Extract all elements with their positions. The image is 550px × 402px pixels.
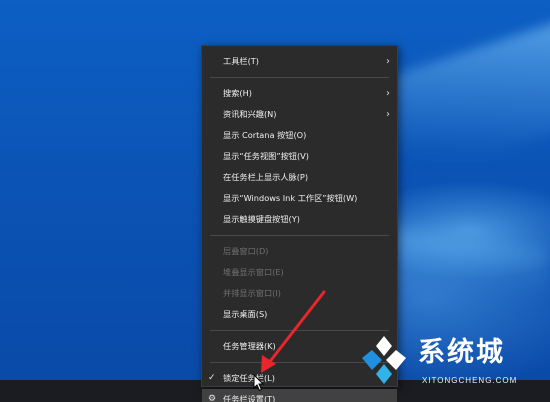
menu-separator <box>210 77 389 78</box>
menu-item-label: 显示 Cortana 按钮(O) <box>223 130 307 140</box>
menu-item-label: 资讯和兴趣(N) <box>223 109 277 119</box>
menu-item-label: 并排显示窗口(I) <box>223 288 281 298</box>
menu-item-label: 堆叠显示窗口(E) <box>223 267 284 277</box>
chevron-right-icon: › <box>386 88 390 99</box>
watermark-title: 系统城 <box>418 337 505 368</box>
menu-item-label: 显示触摸键盘按钮(Y) <box>223 214 300 224</box>
menu-item-label: 显示“任务视图”按钮(V) <box>223 151 309 161</box>
menu-separator <box>210 235 389 236</box>
gear-icon: ⚙ <box>208 394 217 402</box>
mouse-pointer-icon <box>253 374 265 392</box>
menu-item-label: 搜索(H) <box>223 88 252 98</box>
checkmark-icon: ✓ <box>208 373 216 383</box>
menu-item-show-touch-keyboard[interactable]: 显示触摸键盘按钮(Y) <box>202 209 397 230</box>
menu-item-show-task-view[interactable]: 显示“任务视图”按钮(V) <box>202 146 397 167</box>
menu-item-label: 层叠窗口(D) <box>223 246 269 256</box>
menu-item-stack-windows: 堆叠显示窗口(E) <box>202 262 397 283</box>
menu-item-label: 锁定任务栏(L) <box>223 373 275 383</box>
chevron-right-icon: › <box>386 109 390 120</box>
xitongcheng-logo-icon <box>362 336 406 384</box>
menu-item-show-people[interactable]: 在任务栏上显示人脉(P) <box>202 167 397 188</box>
menu-item-label: 在任务栏上显示人脉(P) <box>223 172 309 182</box>
menu-item-side-by-side: 并排显示窗口(I) <box>202 283 397 304</box>
menu-item-label: 任务栏设置(T) <box>223 394 276 402</box>
site-watermark: 系统城 XITONGCHENG.COM <box>356 330 546 396</box>
menu-item-search[interactable]: 搜索(H) › <box>202 83 397 104</box>
menu-item-label: 任务管理器(K) <box>223 341 276 351</box>
menu-item-label: 工具栏(T) <box>223 56 259 66</box>
menu-item-cascade-windows: 层叠窗口(D) <box>202 241 397 262</box>
menu-item-show-desktop[interactable]: 显示桌面(S) <box>202 304 397 325</box>
menu-item-label: 显示“Windows Ink 工作区”按钮(W) <box>223 193 358 203</box>
chevron-right-icon: › <box>386 56 390 67</box>
watermark-subtitle: XITONGCHENG.COM <box>422 376 518 385</box>
menu-item-news-interests[interactable]: 资讯和兴趣(N) › <box>202 104 397 125</box>
menu-item-show-cortana[interactable]: 显示 Cortana 按钮(O) <box>202 125 397 146</box>
menu-item-label: 显示桌面(S) <box>223 309 268 319</box>
menu-item-show-windows-ink[interactable]: 显示“Windows Ink 工作区”按钮(W) <box>202 188 397 209</box>
menu-item-toolbars[interactable]: 工具栏(T) › <box>202 51 397 72</box>
